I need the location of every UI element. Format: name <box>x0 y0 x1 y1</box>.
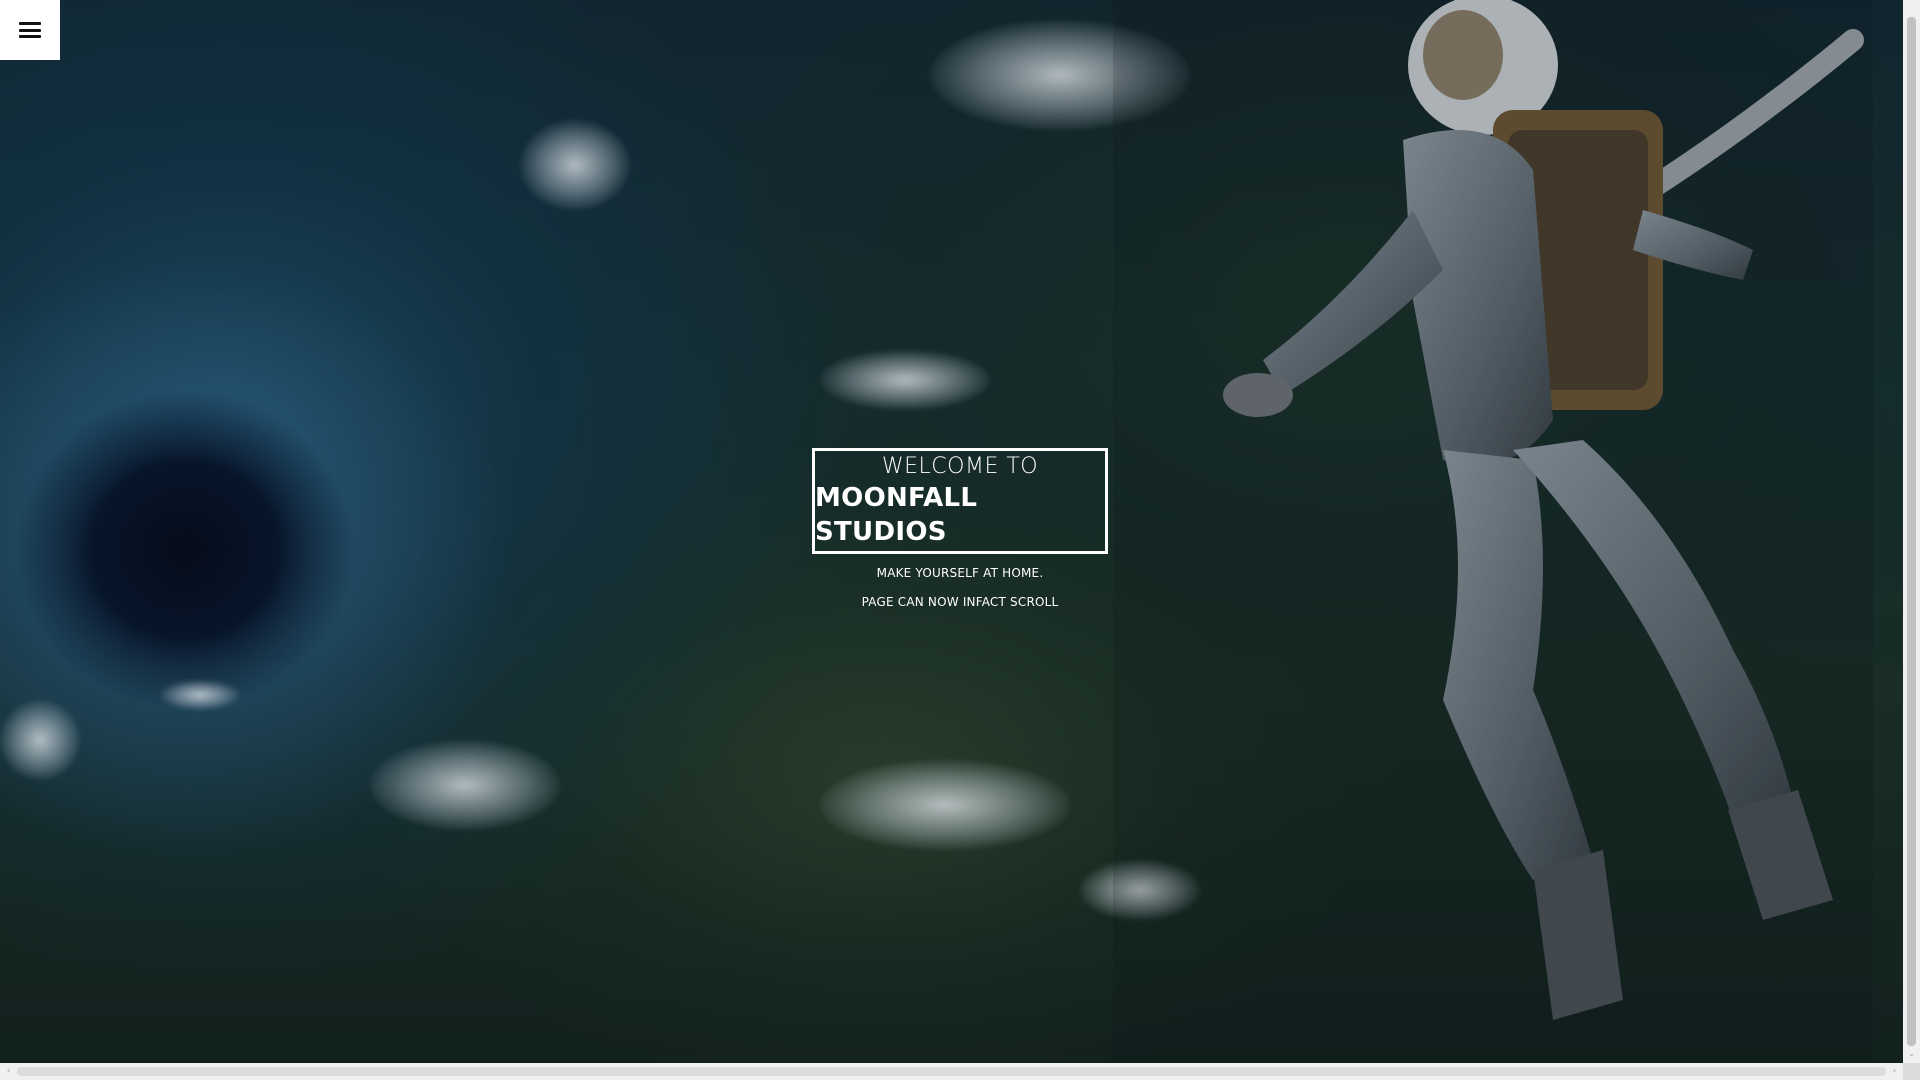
hero-section: WELCOME TO MOONFALL STUDIOS MAKE YOURSEL… <box>0 448 1920 609</box>
studio-name-heading: MOONFALL STUDIOS <box>815 483 978 547</box>
vertical-scrollbar-thumb[interactable] <box>1907 17 1916 1046</box>
cloud <box>0 700 80 780</box>
cloud <box>160 680 240 710</box>
horizontal-scrollbar-thumb[interactable] <box>17 1067 1886 1076</box>
vertical-scrollbar[interactable]: ⌄ <box>1903 0 1920 1063</box>
menu-button[interactable] <box>0 0 60 60</box>
hamburger-menu-icon <box>19 22 41 38</box>
scrollbar-corner <box>1903 1063 1920 1080</box>
horizontal-scrollbar[interactable]: ‹ › <box>0 1063 1903 1080</box>
welcome-heading: WELCOME TO <box>881 454 1039 479</box>
tagline: MAKE YOURSELF AT HOME. <box>876 566 1044 580</box>
cloud <box>820 350 990 410</box>
scroll-right-arrow-icon[interactable]: › <box>1886 1063 1903 1080</box>
cloud <box>370 740 560 830</box>
cloud <box>520 120 630 210</box>
title-frame: WELCOME TO MOONFALL STUDIOS <box>812 448 1108 554</box>
scroll-down-arrow-icon[interactable]: ⌄ <box>1903 1046 1920 1063</box>
sub-tagline: PAGE CAN NOW INFACT SCROLL <box>861 595 1059 609</box>
scroll-left-arrow-icon[interactable]: ‹ <box>0 1063 17 1080</box>
cloud <box>820 760 1070 850</box>
